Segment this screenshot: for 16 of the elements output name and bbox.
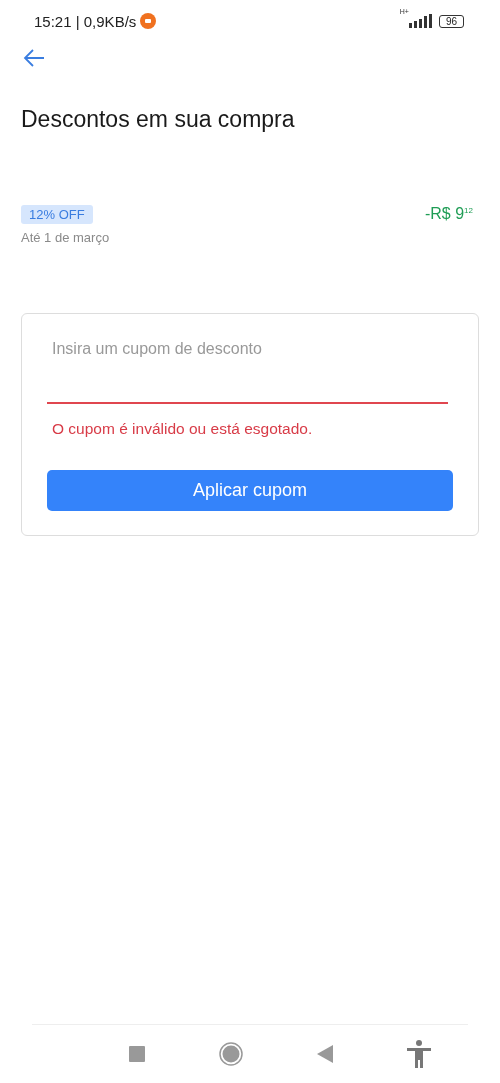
status-time: 15:21 | 0,9KB/s <box>34 12 137 30</box>
page-title: Descontos em sua compra <box>21 106 296 133</box>
back-button[interactable] <box>22 48 46 68</box>
coupon-input-field[interactable]: Insira um cupom de desconto <box>47 340 448 404</box>
apply-coupon-button[interactable]: Aplicar cupom <box>47 470 453 511</box>
coupon-input[interactable]: Insira um cupom de desconto <box>52 340 443 358</box>
back-triangle-icon[interactable] <box>317 1045 333 1063</box>
battery-level: 96 <box>438 14 464 28</box>
home-icon[interactable] <box>219 1042 243 1066</box>
notification-icon <box>140 13 157 29</box>
discount-amount: -R$ 9$^{12}$ <box>424 205 473 224</box>
validity-text: Até 1 de março <box>21 230 110 245</box>
discount-tag: 12% OFF <box>21 205 93 224</box>
error-message: O cupom é inválido ou está esgotado. <box>52 420 314 438</box>
signal-icon <box>408 14 433 28</box>
accessibility-icon[interactable] <box>407 1040 431 1068</box>
